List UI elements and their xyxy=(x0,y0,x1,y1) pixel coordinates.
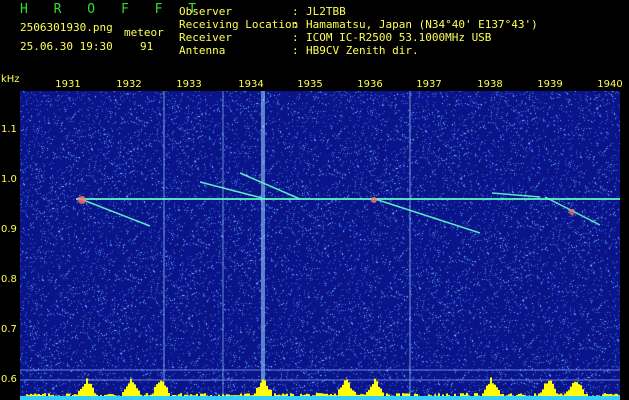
vertical-interference-band xyxy=(261,91,265,400)
spectrogram-overlay xyxy=(20,91,620,400)
hroft-spectrogram-window: H R O F F T 2506301930.png 25.06.30 19:3… xyxy=(0,0,629,400)
meteor-echo-streak xyxy=(199,181,263,199)
histogram-baseline xyxy=(20,396,620,400)
meteor-echo-head xyxy=(78,196,86,204)
vertical-interference-band xyxy=(222,91,224,400)
meteor-echo-streak xyxy=(491,192,541,198)
meteor-echo-streak xyxy=(77,197,151,227)
meteor-echo-head xyxy=(569,209,575,215)
meteor-echo-head xyxy=(371,197,377,203)
meteor-echo-streak xyxy=(371,197,481,234)
carrier-line xyxy=(76,198,620,200)
vertical-interference-band xyxy=(409,91,411,400)
vertical-interference-band xyxy=(163,91,165,400)
